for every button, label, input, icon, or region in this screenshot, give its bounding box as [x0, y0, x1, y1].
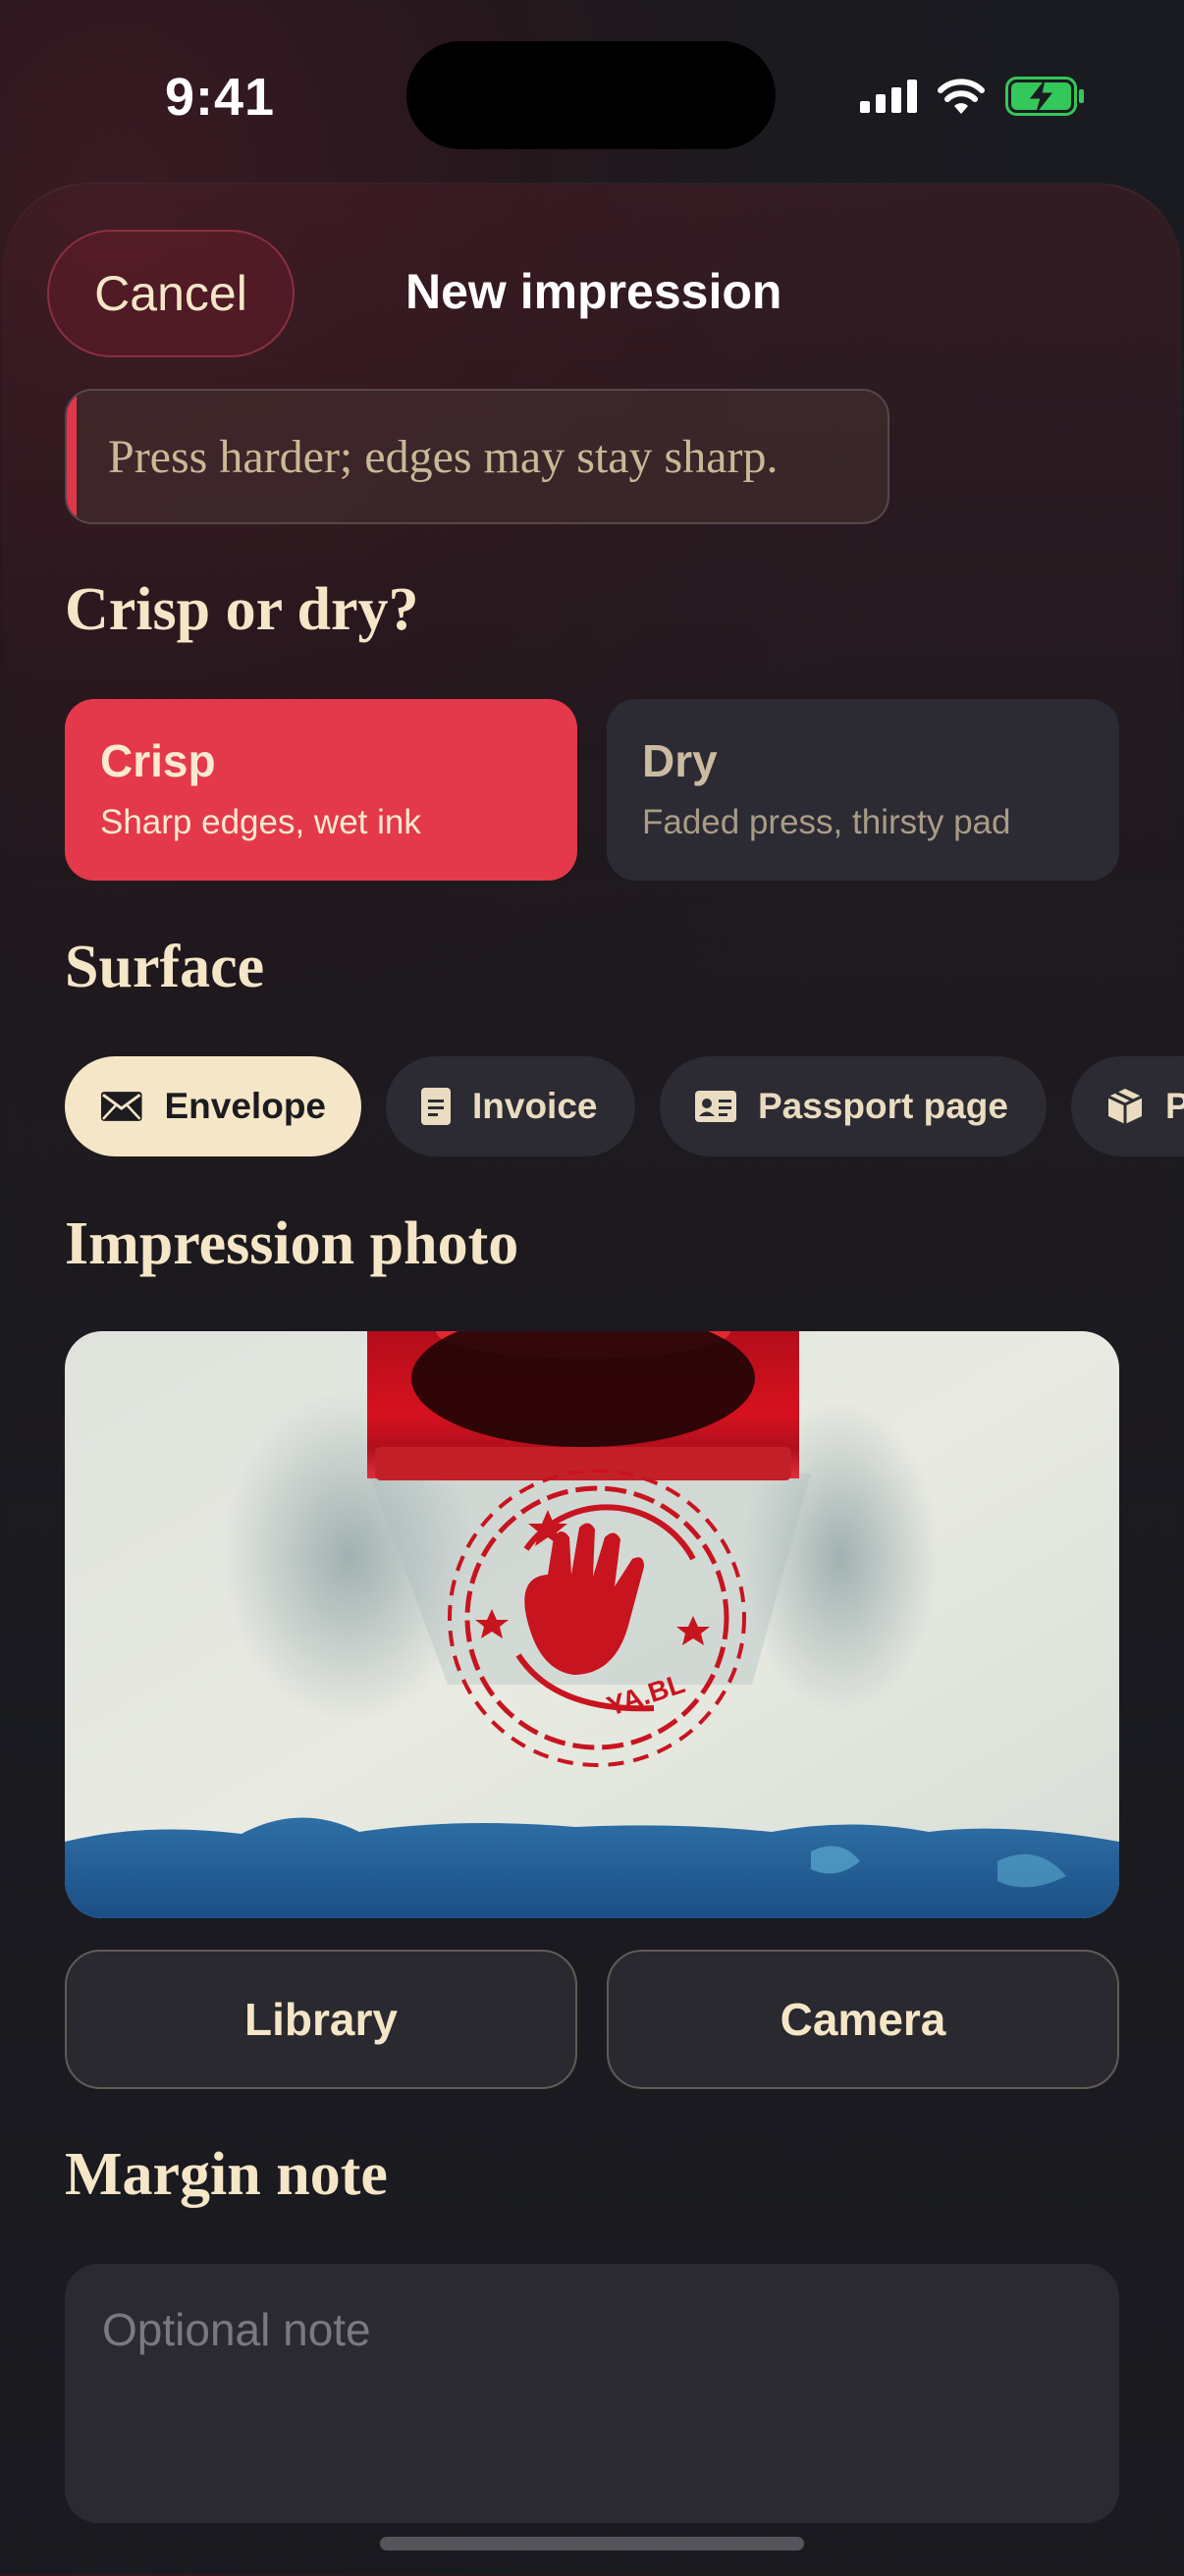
hint-text: Press harder; edges may stay sharp. [108, 430, 779, 483]
battery-charging-icon [1005, 77, 1084, 116]
status-time: 9:41 [165, 68, 276, 127]
hint-accent-bar [67, 391, 77, 522]
package-icon [1107, 1089, 1143, 1124]
stamp-photo-image: YA.BL [65, 1331, 1119, 1918]
option-dry-subtitle: Faded press, thirsty pad [642, 803, 1011, 841]
cancel-button[interactable]: Cancel [47, 230, 295, 357]
margin-note-field[interactable]: Optional note [65, 2264, 1119, 2523]
chip-package-label: P [1165, 1086, 1184, 1126]
id-card-icon [695, 1091, 736, 1122]
cellular-signal-icon [860, 80, 917, 113]
home-indicator [380, 2537, 804, 2550]
option-dry[interactable]: Dry Faded press, thirsty pad [607, 699, 1119, 881]
hint-banner: Press harder; edges may stay sharp. [65, 389, 889, 524]
impression-photo[interactable]: YA.BL [65, 1331, 1119, 1918]
margin-note-placeholder: Optional note [102, 2304, 371, 2355]
sheet-title: New impression [405, 264, 782, 319]
option-crisp[interactable]: Crisp Sharp edges, wet ink [65, 699, 577, 881]
document-icon [421, 1088, 451, 1125]
status-bar: 9:41 [0, 0, 1184, 187]
surface-chip-row[interactable]: Envelope Invoice Passport page P [65, 1056, 1184, 1158]
chip-envelope[interactable]: Envelope [65, 1056, 361, 1156]
photo-heading: Impression photo [65, 1210, 519, 1277]
chip-invoice[interactable]: Invoice [386, 1056, 635, 1156]
chip-invoice-label: Invoice [472, 1086, 598, 1126]
option-dry-title: Dry [642, 735, 718, 786]
dynamic-island [406, 41, 776, 149]
option-crisp-title: Crisp [100, 735, 216, 786]
chip-envelope-label: Envelope [164, 1086, 327, 1126]
surface-heading: Surface [65, 934, 265, 1000]
chip-passport-page[interactable]: Passport page [660, 1056, 1047, 1156]
camera-button[interactable]: Camera [607, 1950, 1119, 2089]
library-button[interactable]: Library [65, 1950, 577, 2089]
chip-passport-label: Passport page [758, 1086, 1008, 1126]
finish-heading: Crisp or dry? [65, 576, 419, 643]
status-icons [860, 77, 1086, 116]
option-crisp-subtitle: Sharp edges, wet ink [100, 803, 421, 841]
wifi-icon [938, 79, 985, 114]
note-heading: Margin note [65, 2141, 388, 2208]
chip-package[interactable]: P [1071, 1056, 1184, 1156]
envelope-icon [100, 1092, 142, 1121]
